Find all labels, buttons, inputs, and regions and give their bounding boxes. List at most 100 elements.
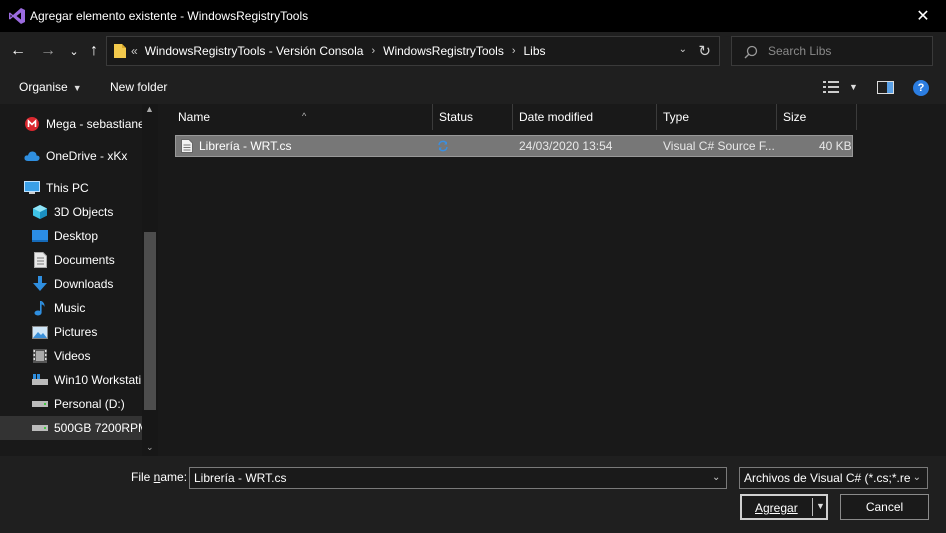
file-list[interactable]: Name ^ Status Date modified Type Size Li…: [168, 104, 946, 456]
sidebar-item-label: OneDrive - xKx: [46, 149, 128, 163]
sidebar-item-videos[interactable]: Videos: [0, 344, 142, 368]
address-dropdown-icon[interactable]: ⌄: [679, 44, 687, 55]
sidebar-item-desktop[interactable]: Desktop: [0, 224, 142, 248]
search-input[interactable]: [768, 43, 918, 59]
window-title: Agregar elemento existente - WindowsRegi…: [30, 9, 309, 23]
view-options-icon[interactable]: [823, 81, 839, 93]
sidebar-item-win10-workstation[interactable]: Win10 Workstati: [0, 368, 142, 392]
video-icon: [32, 348, 48, 364]
sidebar-item-label: 500GB 7200RPM: [54, 421, 142, 435]
cancel-button[interactable]: Cancel: [840, 494, 929, 520]
cube-icon: [32, 204, 48, 220]
back-button[interactable]: ←: [8, 41, 28, 61]
column-header-date-modified[interactable]: Date modified: [513, 104, 657, 130]
file-date-modified: 24/03/2020 13:54: [519, 139, 613, 153]
sidebar-item-3d-objects[interactable]: 3D Objects: [0, 200, 142, 224]
scrollbar-thumb[interactable]: [144, 232, 156, 410]
organise-button[interactable]: Organise ▼: [19, 80, 82, 94]
column-header-size[interactable]: Size: [777, 104, 857, 130]
breadcrumb-item[interactable]: Libs: [524, 44, 546, 58]
file-name-dropdown-icon[interactable]: ⌄: [712, 472, 720, 483]
split-dropdown-icon[interactable]: ▼: [816, 501, 825, 511]
sidebar-item-onedrive[interactable]: OneDrive - xKx: [0, 144, 142, 168]
sidebar-item-this-pc[interactable]: This PC: [0, 176, 142, 200]
chevron-down-icon: ⌄: [912, 472, 921, 483]
sidebar-item-personal-d[interactable]: Personal (D:): [0, 392, 142, 416]
cancel-button-label: Cancel: [865, 500, 904, 514]
cs-file-icon: [181, 139, 193, 153]
new-folder-button[interactable]: New folder: [110, 80, 167, 94]
forward-button[interactable]: →: [38, 41, 58, 61]
navigation-pane[interactable]: Mega - sebastiane OneDrive - xKx This PC…: [0, 104, 160, 456]
computer-icon: [24, 180, 40, 196]
file-name-label: File name:: [131, 470, 188, 484]
column-header-label: Status: [439, 110, 474, 124]
sidebar-item-label: Desktop: [54, 229, 99, 243]
table-row[interactable]: Librería - WRT.cs 24/03/2020 13:54 Visua…: [175, 135, 853, 157]
drive-icon: [32, 396, 48, 412]
download-icon: [32, 276, 48, 292]
column-header-label: Type: [663, 110, 690, 124]
up-button[interactable]: ↑: [84, 41, 104, 61]
column-header-label: Date modified: [519, 110, 594, 124]
pictures-icon: [32, 324, 48, 340]
sidebar-item-label: Downloads: [54, 277, 114, 291]
sort-ascending-icon: ^: [302, 111, 307, 121]
sidebar-item-label: This PC: [46, 181, 89, 195]
search-icon: [744, 45, 758, 59]
column-header-type[interactable]: Type: [657, 104, 777, 130]
sidebar-item-label: 3D Objects: [54, 205, 114, 219]
sidebar-item-documents[interactable]: Documents: [0, 248, 142, 272]
file-name-input[interactable]: [189, 467, 727, 489]
preview-pane-icon[interactable]: [877, 81, 894, 94]
column-header-label: Name: [178, 110, 211, 124]
breadcrumb-item[interactable]: WindowsRegistryTools - Versión Consola: [145, 44, 364, 58]
caret-down-icon: ▼: [72, 83, 82, 93]
organise-label: Organise: [19, 80, 68, 94]
title-bar: Agregar elemento existente - WindowsRegi…: [0, 0, 946, 32]
file-type: Visual C# Source F...: [663, 139, 775, 153]
breadcrumb-separator-icon[interactable]: ›: [512, 45, 516, 57]
close-button[interactable]: ✕: [900, 0, 946, 32]
recent-locations-button[interactable]: ⌄: [64, 41, 84, 61]
music-icon: [32, 300, 48, 316]
visual-studio-icon: [9, 8, 25, 24]
sidebar-item-music[interactable]: Music: [0, 296, 142, 320]
breadcrumb-overflow[interactable]: «: [131, 44, 138, 58]
column-header-name[interactable]: Name ^: [172, 104, 433, 130]
pane-splitter[interactable]: [160, 104, 168, 456]
scroll-up-icon[interactable]: ▲: [145, 104, 154, 114]
refresh-icon[interactable]: ↻: [698, 42, 711, 60]
help-icon[interactable]: ?: [913, 80, 929, 96]
drive-icon: [32, 420, 48, 436]
sidebar-item-label: Personal (D:): [54, 397, 125, 411]
up-arrow-icon: ↑: [90, 42, 98, 59]
document-icon: [32, 252, 48, 268]
sidebar-item-mega[interactable]: Mega - sebastiane: [0, 112, 142, 136]
file-type-filter-select[interactable]: Archivos de Visual C# (*.cs;*.resx ⌄: [739, 467, 928, 489]
address-bar[interactable]: « WindowsRegistryTools - Versión Consola…: [106, 36, 720, 66]
search-box[interactable]: [731, 36, 933, 66]
drive-windows-icon: [32, 372, 48, 388]
view-dropdown-icon[interactable]: ▼: [849, 82, 858, 92]
new-folder-label: New folder: [110, 80, 168, 94]
file-type-filter-value: Archivos de Visual C# (*.cs;*.resx: [744, 471, 910, 485]
sidebar-item-pictures[interactable]: Pictures: [0, 320, 142, 344]
cloud-icon: [24, 148, 40, 164]
breadcrumb-separator-icon[interactable]: ›: [371, 45, 375, 57]
back-arrow-icon: ←: [10, 42, 26, 59]
add-button-label: Agregar: [755, 501, 798, 515]
sidebar-item-downloads[interactable]: Downloads: [0, 272, 142, 296]
close-icon: ✕: [916, 8, 930, 25]
breadcrumb-item[interactable]: WindowsRegistryTools: [383, 44, 504, 58]
folder-icon: [114, 44, 126, 58]
file-name: Librería - WRT.cs: [199, 139, 292, 153]
sidebar-item-500gb[interactable]: 500GB 7200RPM: [0, 416, 142, 440]
column-header-status[interactable]: Status: [433, 104, 513, 130]
sidebar-item-label: Music: [54, 301, 86, 315]
chevron-down-icon: ⌄: [69, 45, 79, 58]
add-button[interactable]: Agregar ▼: [740, 494, 828, 520]
navigation-pane-scrollbar[interactable]: ▲ ⌄: [142, 104, 158, 456]
split-divider: [812, 498, 813, 516]
scroll-down-icon[interactable]: ⌄: [146, 442, 154, 453]
